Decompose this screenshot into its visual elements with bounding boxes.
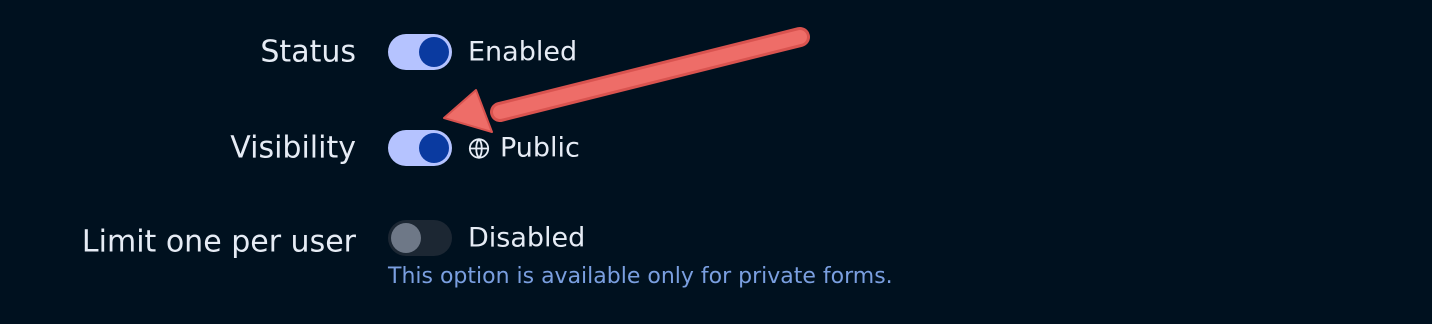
visibility-label: Visibility xyxy=(230,130,356,166)
limit-state-text: Disabled xyxy=(468,222,586,254)
status-state-text: Enabled xyxy=(468,36,578,68)
visibility-toggle[interactable] xyxy=(388,130,452,166)
status-toggle-knob xyxy=(419,37,449,67)
limit-toggle-knob xyxy=(391,223,421,253)
status-row: Status Enabled xyxy=(0,22,1432,82)
status-toggle[interactable] xyxy=(388,34,452,70)
globe-icon xyxy=(468,137,490,159)
limit-helper-text: This option is available only for privat… xyxy=(388,264,893,289)
visibility-state: Public xyxy=(468,133,580,164)
visibility-toggle-knob xyxy=(419,133,449,163)
status-label: Status xyxy=(260,34,356,70)
limit-label: Limit one per user xyxy=(81,224,356,260)
limit-toggle[interactable] xyxy=(388,220,452,256)
visibility-state-text: Public xyxy=(500,132,580,164)
limit-row: Limit one per user Disabled xyxy=(0,208,1432,268)
visibility-row: Visibility Public xyxy=(0,118,1432,178)
